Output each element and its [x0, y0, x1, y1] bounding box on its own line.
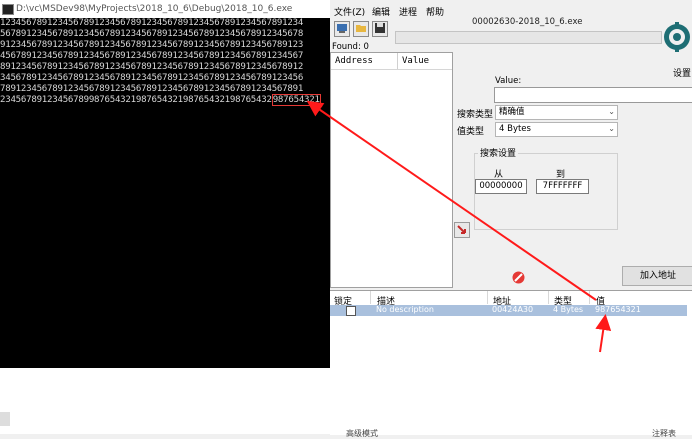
row-type[interactable]: 4 Bytes	[553, 305, 583, 314]
console-output: 1234567891234567891234567891234567891234…	[0, 18, 330, 368]
search-settings-label: 搜索设置	[478, 146, 519, 159]
add-to-list-arrow-icon[interactable]	[454, 222, 470, 238]
process-title: 00002630-2018_10_6.exe	[472, 17, 583, 27]
found-address-list[interactable]: Address Value	[330, 52, 453, 288]
column-divider	[548, 291, 549, 304]
open-folder-icon[interactable]	[353, 21, 369, 37]
settings-label[interactable]: 设置	[673, 66, 691, 79]
start-address-input[interactable]: 00000000	[475, 179, 527, 194]
console-title: D:\vc\MSDev98\MyProjects\2018_10_6\Debug…	[16, 4, 293, 14]
highlighted-value: 987654321	[271, 94, 321, 106]
value-type-select[interactable]: 4 Bytes ⌄	[495, 122, 618, 137]
scan-type-value: 精确值	[499, 107, 525, 117]
cheat-engine-logo-icon[interactable]	[662, 20, 692, 56]
menu-bar: 文件(Z) 编辑 进程 帮助	[330, 0, 692, 18]
cheat-table[interactable]: 锁定 描述 地址 类型 值 No description 00424A30 4 …	[330, 290, 692, 435]
value-input[interactable]	[494, 87, 692, 103]
scan-type-select[interactable]: 精确值 ⌄	[495, 105, 618, 120]
menu-edit[interactable]: 编辑	[372, 5, 390, 18]
clear-list-icon[interactable]	[512, 271, 525, 284]
console-line: 1234567891234567891234567891234567891234…	[0, 18, 304, 28]
console-line: 8912345678912345678912345678912345678912…	[0, 62, 304, 72]
column-divider	[397, 53, 398, 69]
status-bar: 高级模式 注释表	[330, 428, 692, 438]
address-column-header[interactable]: Address	[335, 56, 373, 66]
column-divider	[370, 291, 371, 304]
value-type-label: 值类型	[457, 127, 485, 137]
value-type-value: 4 Bytes	[499, 124, 531, 134]
console-app-icon	[2, 4, 14, 15]
value-label: Value:	[495, 76, 522, 86]
scan-type-label: 搜索类型	[457, 110, 494, 120]
console-line: 5678912345678912345678912345678912345678…	[0, 29, 304, 39]
found-count: Found: 0	[332, 42, 369, 52]
row-description[interactable]: No description	[376, 305, 434, 314]
row-address[interactable]: 00424A30	[492, 305, 533, 314]
console-line-text: 2345678912345678998765432198765432198765…	[0, 95, 272, 105]
freeze-checkbox[interactable]	[346, 306, 356, 316]
chevron-down-icon: ⌄	[608, 124, 615, 133]
console-line: 3456789123456789123456789123456789123456…	[0, 73, 304, 83]
chevron-down-icon: ⌄	[608, 107, 615, 116]
console-line: 4567891234567891234567891234567891234567…	[0, 51, 304, 61]
scan-progress-bar	[395, 31, 662, 44]
menu-file[interactable]: 文件(Z)	[334, 5, 365, 18]
scrollbar-fragment[interactable]	[0, 412, 10, 426]
console-line-last: 2345678912345678998765432198765432198765…	[0, 94, 330, 106]
column-divider	[589, 291, 590, 304]
menu-process[interactable]: 进程	[399, 5, 417, 18]
value-column-header[interactable]: Value	[402, 56, 429, 66]
desktop-background	[0, 368, 330, 434]
row-value[interactable]: 987654321	[595, 305, 641, 314]
address-list-header: Address Value	[331, 53, 452, 70]
save-icon[interactable]	[372, 21, 388, 37]
add-address-button[interactable]: 加入地址	[622, 266, 692, 286]
console-titlebar: D:\vc\MSDev98\MyProjects\2018_10_6\Debug…	[0, 0, 330, 19]
column-divider	[487, 291, 488, 304]
menu-help[interactable]: 帮助	[426, 5, 444, 18]
stop-address-input[interactable]: 7FFFFFFF	[536, 179, 589, 194]
select-process-icon[interactable]	[334, 21, 350, 37]
console-line: 9123456789123456789123456789123456789123…	[0, 40, 304, 50]
table-row[interactable]: No description 00424A30 4 Bytes 98765432…	[330, 305, 687, 316]
